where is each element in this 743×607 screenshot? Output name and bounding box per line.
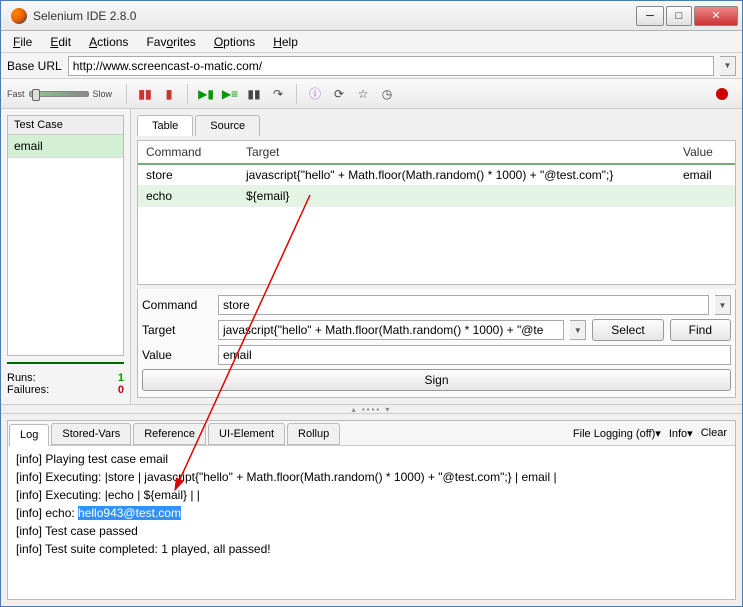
log-line: [info] Test case passed	[16, 522, 727, 540]
step-icon[interactable]: ↷	[268, 84, 288, 104]
command-label: Command	[142, 298, 212, 312]
logtab-storedvars[interactable]: Stored-Vars	[51, 423, 131, 445]
log-line: [info] echo: hello943@test.com	[16, 504, 727, 522]
record-icon[interactable]	[716, 88, 728, 100]
target-label: Target	[142, 323, 212, 337]
value-input[interactable]	[218, 345, 731, 365]
base-url-label: Base URL	[7, 59, 62, 73]
rollup-icon[interactable]: ⓘ	[305, 84, 325, 104]
select-button[interactable]: Select	[592, 319, 663, 341]
col-target[interactable]: Target	[238, 141, 675, 164]
tab-source[interactable]: Source	[195, 115, 260, 136]
speed-slow-label: Slow	[93, 89, 113, 99]
scheduler-icon[interactable]: ◷	[377, 84, 397, 104]
col-command[interactable]: Command	[138, 141, 238, 164]
col-value[interactable]: Value	[675, 141, 735, 164]
speed-fast-label: Fast	[7, 89, 25, 99]
target-dropdown[interactable]: ▼	[570, 320, 586, 340]
menu-options[interactable]: Options	[206, 33, 263, 51]
close-button[interactable]: ✕	[694, 6, 738, 26]
play-test-icon[interactable]: ▶≡	[220, 84, 240, 104]
file-logging-toggle[interactable]: File Logging (off)▾	[573, 427, 661, 440]
logtab-rollup[interactable]: Rollup	[287, 423, 340, 445]
logtab-reference[interactable]: Reference	[133, 423, 206, 445]
firefox-icon	[11, 8, 27, 24]
command-input[interactable]	[218, 295, 709, 315]
menu-bar: File Edit Actions Favorites Options Help	[1, 31, 742, 53]
base-url-input[interactable]	[68, 56, 714, 76]
pause-icon[interactable]: ▮▮	[244, 84, 264, 104]
play-suite-icon[interactable]: ▶▮	[196, 84, 216, 104]
window-title: Selenium IDE 2.8.0	[33, 9, 636, 23]
speed-slider[interactable]	[29, 91, 89, 97]
base-url-row: Base URL ▼	[1, 53, 742, 79]
splitter[interactable]: ▴ ▪▪▪▪ ▾	[1, 404, 742, 414]
testcase-header: Test Case	[8, 116, 123, 135]
reload-icon[interactable]: ⟳	[329, 84, 349, 104]
value-label: Value	[142, 348, 212, 362]
stop-icon[interactable]: ▮	[159, 84, 179, 104]
log-line: [info] Executing: |store | javascript{"h…	[16, 468, 727, 486]
testcase-item[interactable]: email	[8, 135, 123, 158]
menu-favorites[interactable]: Favorites	[138, 33, 203, 51]
menu-actions[interactable]: Actions	[81, 33, 136, 51]
maximize-button[interactable]: □	[666, 6, 692, 26]
sign-button[interactable]: Sign	[142, 369, 731, 391]
toolbar: Fast Slow ▮▮ ▮ ▶▮ ▶≡ ▮▮ ↷ ⓘ ⟳ ☆ ◷	[1, 79, 742, 109]
logtab-uielement[interactable]: UI-Element	[208, 423, 285, 445]
menu-file[interactable]: File	[5, 33, 40, 51]
tab-table[interactable]: Table	[137, 115, 193, 136]
menu-help[interactable]: Help	[265, 33, 306, 51]
stop-test-icon[interactable]: ▮▮	[135, 84, 155, 104]
minimize-button[interactable]: ─	[636, 6, 664, 26]
log-line: [info] Test suite completed: 1 played, a…	[16, 540, 727, 558]
title-bar: Selenium IDE 2.8.0 ─ □ ✕	[1, 1, 742, 31]
log-body: [info] Playing test case email [info] Ex…	[8, 446, 735, 599]
target-input[interactable]	[218, 320, 564, 340]
logtab-log[interactable]: Log	[9, 424, 49, 446]
menu-edit[interactable]: Edit	[42, 33, 79, 51]
failures-value: 0	[118, 384, 124, 396]
star-icon[interactable]: ☆	[353, 84, 373, 104]
runs-value: 1	[118, 372, 124, 384]
clear-log-button[interactable]: Clear	[701, 427, 727, 439]
table-row[interactable]: echo ${email}	[138, 186, 735, 207]
table-row[interactable]: store javascript{"hello" + Math.floor(Ma…	[138, 164, 735, 186]
progress-bar	[7, 362, 124, 364]
runs-label: Runs:	[7, 372, 36, 384]
echo-result-highlight: hello943@test.com	[78, 506, 181, 520]
log-line: [info] Playing test case email	[16, 450, 727, 468]
base-url-dropdown[interactable]: ▼	[720, 56, 736, 76]
log-level-toggle[interactable]: Info▾	[669, 427, 693, 440]
command-dropdown[interactable]: ▼	[715, 295, 731, 315]
find-button[interactable]: Find	[670, 319, 731, 341]
log-line: [info] Executing: |echo | ${email} | |	[16, 486, 727, 504]
failures-label: Failures:	[7, 384, 49, 396]
